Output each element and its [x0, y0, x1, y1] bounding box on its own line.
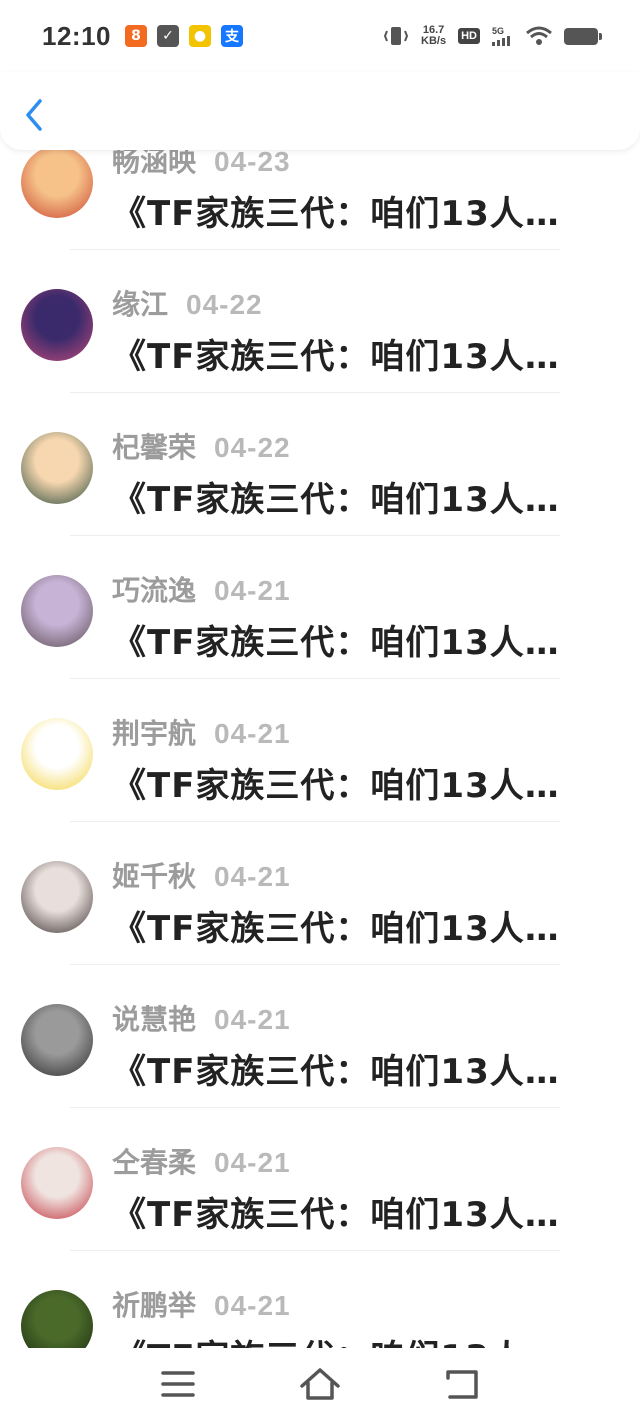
avatar[interactable]: [21, 1290, 93, 1348]
post-title[interactable]: 《TF家族三代：咱们13人…: [112, 472, 560, 521]
list-item[interactable]: 说慧艳 04-21 《TF家族三代：咱们13人…: [0, 976, 640, 1119]
author-name: 巧流逸: [112, 574, 197, 607]
divider: [70, 964, 560, 965]
post-list: 畅涵映 04-23 《TF家族三代：咱们13人… 缘江 04-22 《TF家族三代：咱们1…: [0, 0, 640, 1348]
author-name: 祈鹏举: [112, 1289, 197, 1322]
status-bar: 12:10 8 ✓ ● 支 16.7 KB/s HD 5G: [0, 0, 640, 72]
post-date: 04-21: [214, 1290, 291, 1321]
cellular-signal: 5G: [492, 26, 514, 46]
avatar[interactable]: [21, 146, 93, 218]
vibrate-icon: [383, 27, 409, 45]
avatar[interactable]: [21, 1004, 93, 1076]
back-arrow-icon[interactable]: [444, 1364, 484, 1404]
post-meta: 说慧艳 04-21: [112, 998, 291, 1038]
divider: [70, 821, 560, 822]
post-date: 04-22: [186, 289, 263, 320]
divider: [70, 249, 560, 250]
post-title[interactable]: 《TF家族三代：咱们13人…: [112, 1187, 560, 1236]
app-icon-shield: ✓: [157, 25, 179, 47]
system-navigation-bar: [0, 1348, 640, 1423]
network-speed-unit: KB/s: [421, 35, 447, 47]
post-date: 04-22: [214, 432, 291, 463]
menu-icon[interactable]: [160, 1364, 196, 1404]
network-type: 5G: [492, 26, 505, 36]
post-date: 04-21: [214, 718, 291, 749]
network-speed: 16.7 KB/s: [421, 25, 446, 47]
avatar[interactable]: [21, 289, 93, 361]
list-item[interactable]: 缘江 04-22 《TF家族三代：咱们13人…: [0, 261, 640, 404]
post-title[interactable]: 《TF家族三代：咱们13人…: [112, 329, 560, 378]
signal-bars-icon: [492, 36, 510, 46]
post-title[interactable]: 《TF家族三代：咱们13人…: [112, 186, 560, 235]
clock: 12:10: [42, 20, 111, 51]
post-meta: 巧流逸 04-21: [112, 569, 291, 609]
post-title[interactable]: 《TF家族三代：咱们13人…: [112, 615, 560, 664]
app-icon-chat: ●: [189, 25, 211, 47]
post-meta: 缘江 04-22: [112, 283, 263, 323]
system-indicators: 16.7 KB/s HD 5G: [383, 25, 602, 47]
post-date: 04-21: [214, 861, 291, 892]
avatar[interactable]: [21, 861, 93, 933]
post-date: 04-21: [214, 1147, 291, 1178]
app-icon-orange: 8: [125, 25, 147, 47]
list-item[interactable]: 祈鹏举 04-21 《TF家族三代：咱们13人…: [0, 1262, 640, 1348]
chevron-left-icon[interactable]: [22, 98, 46, 132]
divider: [70, 678, 560, 679]
author-name: 说慧艳: [112, 1003, 197, 1036]
hd-badge: HD: [458, 28, 480, 44]
divider: [70, 1250, 560, 1251]
home-icon[interactable]: [298, 1364, 342, 1404]
divider: [70, 1107, 560, 1108]
author-name: 荆宇航: [112, 717, 197, 750]
notification-icons: 8 ✓ ● 支: [125, 25, 243, 47]
alipay-icon: 支: [221, 25, 243, 47]
post-title[interactable]: 《TF家族三代：咱们13人…: [112, 1330, 560, 1348]
post-date: 04-21: [214, 575, 291, 606]
list-item[interactable]: 荆宇航 04-21 《TF家族三代：咱们13人…: [0, 690, 640, 833]
post-meta: 荆宇航 04-21: [112, 712, 291, 752]
post-date: 04-23: [214, 146, 291, 177]
list-item[interactable]: 杞馨荣 04-22 《TF家族三代：咱们13人…: [0, 404, 640, 547]
author-name: 杞馨荣: [112, 431, 197, 464]
post-title[interactable]: 《TF家族三代：咱们13人…: [112, 901, 560, 950]
battery-icon: [564, 27, 602, 45]
divider: [70, 535, 560, 536]
post-title[interactable]: 《TF家族三代：咱们13人…: [112, 758, 560, 807]
avatar[interactable]: [21, 575, 93, 647]
author-name: 缘江: [112, 288, 169, 321]
avatar[interactable]: [21, 1147, 93, 1219]
post-meta: 祈鹏举 04-21: [112, 1284, 291, 1324]
list-item[interactable]: 巧流逸 04-21 《TF家族三代：咱们13人…: [0, 547, 640, 690]
avatar[interactable]: [21, 432, 93, 504]
post-meta: 姬千秋 04-21: [112, 855, 291, 895]
list-item[interactable]: 姬千秋 04-21 《TF家族三代：咱们13人…: [0, 833, 640, 976]
author-name: 姬千秋: [112, 860, 197, 893]
top-header: [0, 72, 640, 150]
list-item[interactable]: 仝春柔 04-21 《TF家族三代：咱们13人…: [0, 1119, 640, 1262]
author-name: 仝春柔: [112, 1146, 197, 1179]
avatar[interactable]: [21, 718, 93, 790]
post-meta: 仝春柔 04-21: [112, 1141, 291, 1181]
wifi-icon: [526, 26, 552, 45]
divider: [70, 392, 560, 393]
post-title[interactable]: 《TF家族三代：咱们13人…: [112, 1044, 560, 1093]
post-date: 04-21: [214, 1004, 291, 1035]
post-meta: 杞馨荣 04-22: [112, 426, 291, 466]
